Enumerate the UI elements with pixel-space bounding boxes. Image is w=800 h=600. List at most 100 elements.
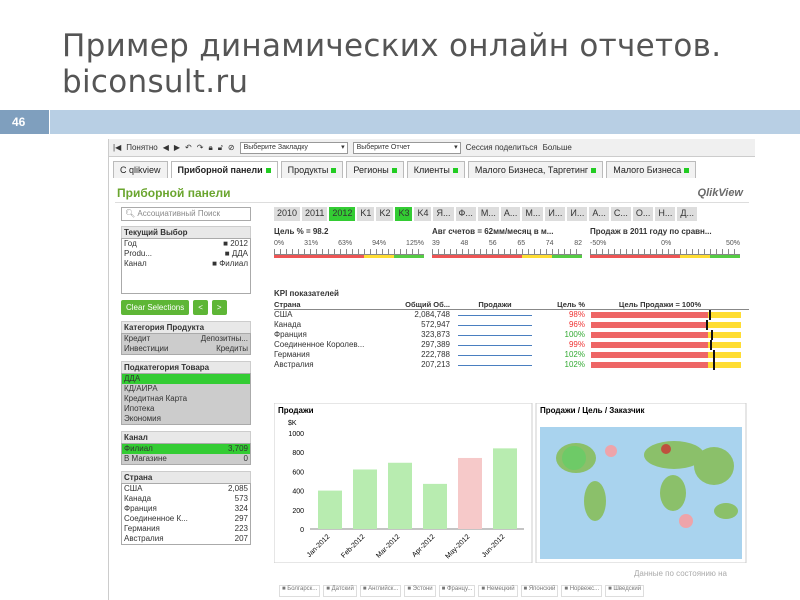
period-button[interactable]: 2012	[329, 207, 356, 221]
period-button[interactable]: Н...	[655, 207, 676, 221]
period-button[interactable]: М...	[522, 207, 544, 221]
language-button[interactable]: ■ Норвежс...	[561, 585, 603, 597]
table-row[interactable]: Германия 222,788 102%	[274, 350, 749, 360]
bar[interactable]	[388, 462, 412, 529]
list-item[interactable]: Инвестиции Кредиты	[122, 344, 250, 354]
understood-button[interactable]: Понятно	[126, 143, 157, 152]
lock-icon[interactable]: 🔒︎	[208, 143, 212, 153]
list-item[interactable]: Франция 324	[122, 504, 250, 514]
cell-target-pct: 102%	[564, 360, 585, 369]
status-dot-icon	[391, 168, 397, 174]
bar[interactable]	[458, 457, 482, 529]
header-target-bar[interactable]: Цель Продажи = 100%	[585, 300, 735, 309]
table-row[interactable]: Австралия 207,213 102%	[274, 360, 749, 370]
list-item[interactable]: Германия 223	[122, 524, 250, 534]
target-bar-end	[708, 342, 741, 348]
period-button[interactable]: Ф...	[455, 207, 476, 221]
current-selection-row[interactable]: Produ... ■ ДДА	[122, 249, 250, 259]
first-icon[interactable]: |◀	[113, 143, 121, 152]
period-button[interactable]: А...	[500, 207, 521, 221]
header-country[interactable]: Страна	[274, 300, 378, 309]
period-button[interactable]: М...	[477, 207, 499, 221]
period-button[interactable]: И...	[567, 207, 588, 221]
table-row[interactable]: Франция 323,873 100%	[274, 330, 749, 340]
back-icon[interactable]: ◀	[163, 143, 169, 152]
forward-icon[interactable]: ▶	[174, 143, 180, 152]
back-selection-button[interactable]: <	[193, 300, 208, 315]
period-button[interactable]: K4	[414, 207, 432, 221]
table-row[interactable]: Соединенное Королев... 297,389 99%	[274, 340, 749, 350]
list-item[interactable]: Ипотека	[122, 404, 250, 414]
list-item[interactable]: Филиал 3,709	[122, 444, 250, 454]
period-button[interactable]: K1	[357, 207, 375, 221]
search-input[interactable]: 🔍︎ Ассоциативный Поиск	[121, 207, 251, 221]
list-item[interactable]: США 2,085	[122, 484, 250, 494]
list-item[interactable]: Австралия 207	[122, 534, 250, 544]
tab-dashboard[interactable]: Приборной панели	[170, 161, 278, 178]
current-selection-row[interactable]: Канал ■ Филиал	[122, 259, 250, 269]
clear-selections-button[interactable]: Clear Selections	[121, 300, 190, 315]
language-button[interactable]: ■ Английск...	[359, 585, 402, 597]
tab-qlikview[interactable]: C qlikview	[113, 161, 168, 178]
period-button[interactable]: Д...	[677, 207, 697, 221]
period-button[interactable]: 2011	[302, 207, 328, 221]
tab-small-biz-targeting[interactable]: Малого Бизнеса, Таргетинг	[467, 161, 604, 178]
list-item[interactable]: Соединенное К... 297	[122, 514, 250, 524]
header-total[interactable]: Общий Об...	[378, 300, 450, 309]
list-item[interactable]: В Магазине 0	[122, 454, 250, 464]
target-marker	[713, 360, 716, 370]
undo-icon[interactable]: ↶	[185, 143, 192, 152]
period-button[interactable]: С...	[610, 207, 631, 221]
bar[interactable]	[423, 483, 447, 529]
map-bubble[interactable]	[605, 445, 617, 457]
gauge-title: Цель % = 98.2	[274, 227, 329, 236]
language-button[interactable]: ■ Датский	[323, 585, 357, 597]
table-row[interactable]: Канада 572,947 96%	[274, 320, 749, 330]
current-selection-row[interactable]: Год ■ 2012	[122, 239, 250, 249]
list-item[interactable]: Кредит Депозитны...	[122, 334, 250, 344]
period-button[interactable]: И...	[545, 207, 566, 221]
cell-target-bar	[591, 340, 741, 350]
map-bubble[interactable]	[562, 446, 586, 470]
clear-icon[interactable]: ⊘	[228, 143, 235, 152]
table-row[interactable]: США 2,084,748 98%	[274, 310, 749, 320]
more-button[interactable]: Больше	[543, 143, 572, 152]
list-item[interactable]: ДДА	[122, 374, 250, 384]
language-button[interactable]: ■ Японский	[520, 585, 559, 597]
unlock-icon[interactable]: 🔓︎	[218, 143, 223, 153]
period-button[interactable]: K3	[395, 207, 413, 221]
language-button[interactable]: ■ Францу...	[438, 585, 476, 597]
list-item[interactable]: КД/АИРА	[122, 384, 250, 394]
period-button[interactable]: K2	[376, 207, 394, 221]
tab-clients[interactable]: Клиенты	[406, 161, 465, 178]
bookmark-dropdown[interactable]: Выберите Закладку	[239, 141, 348, 154]
language-button[interactable]: ■ Болгарск...	[279, 585, 321, 597]
bar[interactable]	[318, 490, 342, 529]
period-button[interactable]: О...	[632, 207, 654, 221]
share-button[interactable]: Сессия поделиться	[466, 143, 538, 152]
bar[interactable]	[353, 469, 377, 529]
period-button[interactable]: А...	[589, 207, 609, 221]
tab-small-biz[interactable]: Малого Бизнеса	[606, 161, 697, 178]
language-button[interactable]: ■ Шведский	[605, 585, 645, 597]
period-button[interactable]: Я...	[433, 207, 454, 221]
forward-selection-button[interactable]: >	[211, 300, 227, 315]
header-sales[interactable]: Продажи	[450, 300, 540, 309]
list-item[interactable]: Кредитная Карта	[122, 394, 250, 404]
tab-regions[interactable]: Регионы	[346, 161, 404, 178]
period-button[interactable]: 2010	[274, 207, 301, 221]
language-button[interactable]: ■ Эстони	[404, 585, 436, 597]
map-bubble[interactable]	[679, 514, 693, 528]
gauge-ticks: -50% 0% 50%	[590, 240, 740, 247]
header-target-pct[interactable]: Цель %	[540, 300, 585, 309]
chart-title: Продажи	[278, 406, 314, 415]
slide-title-line1: Пример динамических онлайн отчетов.	[62, 28, 722, 64]
tab-products[interactable]: Продукты	[280, 161, 344, 178]
bar[interactable]	[493, 448, 517, 529]
list-item[interactable]: Экономия	[122, 414, 250, 424]
map-bubble[interactable]	[661, 444, 671, 454]
report-dropdown[interactable]: Выберите Отчет	[352, 141, 461, 154]
language-button[interactable]: ■ Немецкий	[478, 585, 518, 597]
redo-icon[interactable]: ↷	[197, 143, 204, 152]
list-item[interactable]: Канада 573	[122, 494, 250, 504]
